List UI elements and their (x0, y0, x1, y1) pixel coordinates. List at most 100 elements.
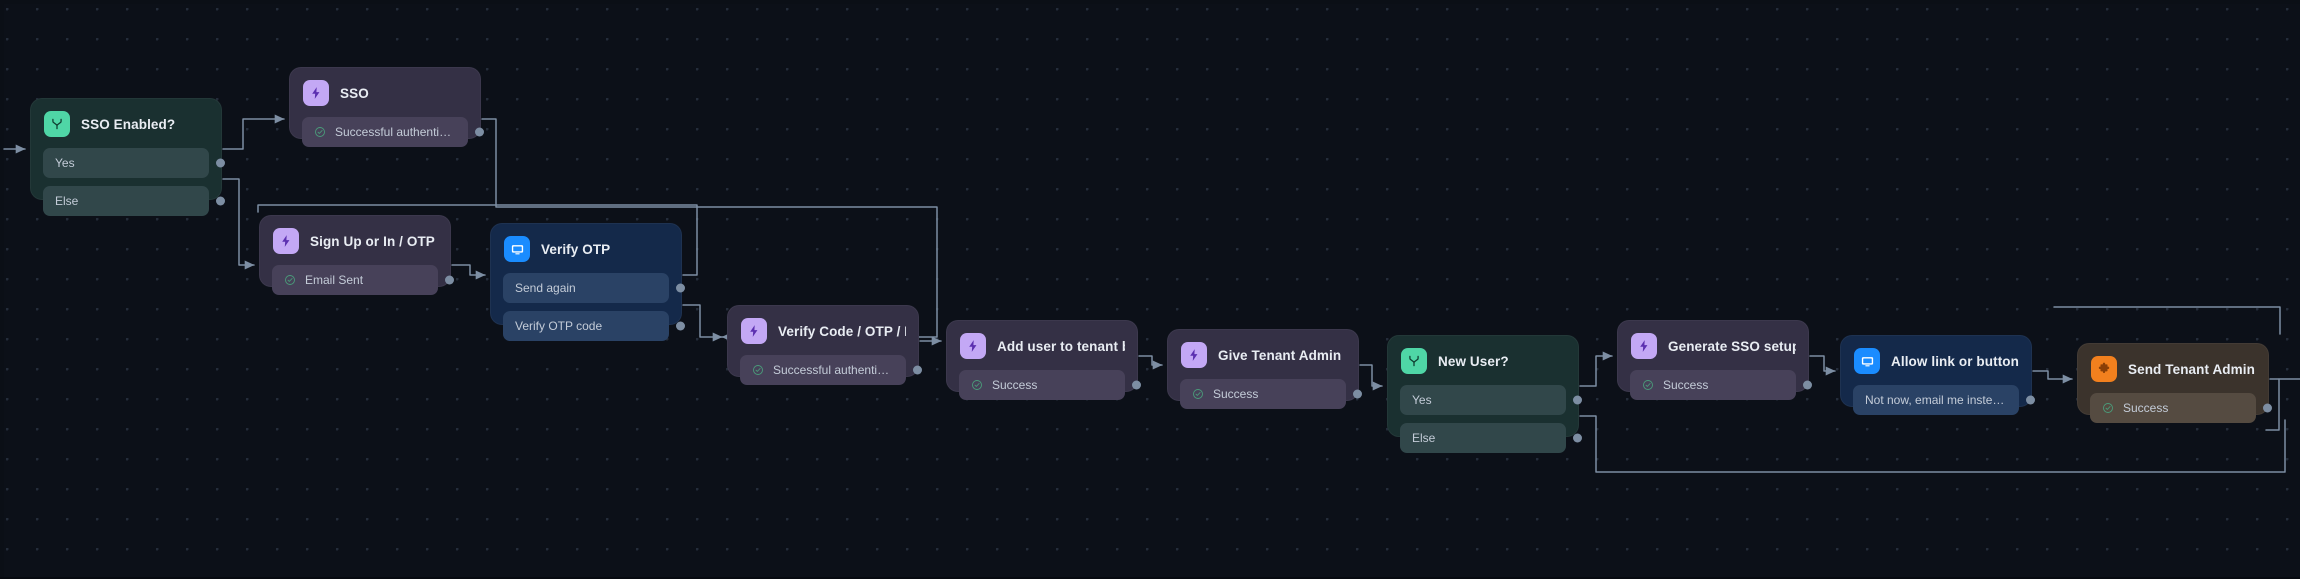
node-port-row[interactable]: Verify OTP code (503, 311, 685, 341)
edge-add-user-to-give-admin (1138, 355, 1163, 370)
node-port-label: Yes (55, 156, 75, 170)
edge-sso-enabled-else-to-signup (222, 178, 255, 270)
check-circle-icon (752, 364, 764, 376)
node-header: Verify OTP (503, 236, 669, 262)
output-port-handle[interactable] (1573, 433, 1582, 443)
screen-icon (504, 236, 530, 262)
node-port-row[interactable]: Success (959, 370, 1141, 400)
node-port-label: Else (1412, 431, 1436, 445)
branch-icon (44, 111, 70, 137)
edge-verify-otp-code-to-verify-code (682, 304, 723, 342)
node-sso[interactable]: SSO Successful authentication (289, 67, 484, 147)
node-port-row[interactable]: Successful authentication (302, 117, 484, 147)
edge-give-admin-to-new-user (1359, 364, 1383, 391)
node-title: Send Tenant Admin Link (2128, 361, 2256, 377)
node-port-row[interactable]: Not now, email me instead. (1853, 385, 2035, 415)
node-port-row[interactable]: Yes (1400, 385, 1582, 415)
output-port-handle[interactable] (676, 283, 685, 293)
node-sign-up-or-in[interactable]: Sign Up or In / OTP / Email Email Sent (259, 215, 454, 295)
bolt-icon (303, 80, 329, 106)
edge-sso-enabled-yes-to-sso (222, 114, 285, 150)
check-circle-icon (2102, 402, 2114, 414)
flow-canvas[interactable]: SSO Enabled? Yes Else SSO Successful authent… (0, 0, 2300, 579)
output-port-handle[interactable] (2263, 403, 2272, 413)
output-port-handle[interactable] (1803, 380, 1812, 390)
node-port-row[interactable]: Success (2090, 393, 2272, 423)
node-port-row[interactable]: Email Sent (272, 265, 454, 295)
node-port-label: Email Sent (305, 273, 364, 287)
edge-signup-to-verify-otp (451, 264, 486, 280)
node-title: Give Tenant Admin (1218, 347, 1342, 363)
node-port-label: Yes (1412, 393, 1432, 407)
node-allow-link-or-button[interactable]: Allow link or button for link Not now, em… (1840, 335, 2035, 415)
node-give-tenant-admin[interactable]: Give Tenant Admin Success (1167, 329, 1362, 409)
bolt-icon (960, 333, 986, 359)
node-header: Generate SSO setup suite admin... (1630, 333, 1796, 359)
node-header: SSO (302, 80, 468, 106)
output-port-handle[interactable] (913, 365, 922, 375)
node-title: SSO (340, 85, 369, 101)
bolt-icon (273, 228, 299, 254)
node-title: Verify OTP (541, 241, 611, 257)
node-port-label: Verify OTP code (515, 319, 603, 333)
node-port-label: Success (1213, 387, 1259, 401)
node-port-row[interactable]: Else (1400, 423, 1582, 453)
bolt-icon (1181, 342, 1207, 368)
output-port-handle[interactable] (1132, 380, 1141, 390)
node-header: Add user to tenant by email dom... (959, 333, 1125, 359)
edge-top-right-continuation (2053, 306, 2281, 335)
bolt-icon (741, 318, 767, 344)
node-port-label: Success (1663, 378, 1709, 392)
output-port-handle[interactable] (676, 321, 685, 331)
node-title: SSO Enabled? (81, 116, 176, 132)
node-title: Add user to tenant by email dom... (997, 338, 1125, 354)
node-port-row[interactable]: Send again (503, 273, 685, 303)
node-port-label: Successful authentication (773, 363, 894, 377)
node-port-row[interactable]: Success (1630, 370, 1812, 400)
node-verify-otp[interactable]: Verify OTP Send again Verify OTP code (490, 223, 685, 341)
node-title: Verify Code / OTP / Email (778, 323, 906, 339)
node-port-label: Send again (515, 281, 576, 295)
node-port-label: Success (992, 378, 1038, 392)
check-circle-icon (1192, 388, 1204, 400)
node-new-user[interactable]: New User? Yes Else (1387, 335, 1582, 453)
node-header: New User? (1400, 348, 1566, 374)
node-port-row[interactable]: Else (43, 186, 225, 216)
node-header: SSO Enabled? (43, 111, 209, 137)
node-port-row[interactable]: Success (1180, 379, 1362, 409)
output-port-handle[interactable] (445, 275, 454, 285)
node-verify-code[interactable]: Verify Code / OTP / Email Successful auth… (727, 305, 922, 385)
node-port-label: Not now, email me instead. (1865, 393, 2007, 407)
output-port-handle[interactable] (475, 127, 484, 137)
output-port-handle[interactable] (2026, 395, 2035, 405)
edge-new-user-else-to-right (1579, 415, 2286, 473)
node-title: Sign Up or In / OTP / Email (310, 233, 438, 249)
node-add-user-to-tenant[interactable]: Add user to tenant by email dom... Succes… (946, 320, 1141, 400)
output-port-handle[interactable] (216, 158, 225, 168)
node-generate-sso-setup[interactable]: Generate SSO setup suite admin... Success (1617, 320, 1812, 400)
check-circle-icon (971, 379, 983, 391)
canvas-top-edge (0, 0, 2300, 4)
check-circle-icon (314, 126, 326, 138)
node-port-label: Success (2123, 401, 2169, 415)
screen-icon (1854, 348, 1880, 374)
canvas-left-edge (0, 0, 4, 579)
output-port-handle[interactable] (1353, 389, 1362, 399)
node-header: Allow link or button for link (1853, 348, 2019, 374)
edge-allow-link-to-send-link (2032, 370, 2073, 384)
node-sso-enabled[interactable]: SSO Enabled? Yes Else (30, 98, 225, 216)
node-port-label: Successful authentication (335, 125, 456, 139)
node-title: Allow link or button for link (1891, 353, 2019, 369)
node-title: Generate SSO setup suite admin... (1668, 338, 1796, 354)
edge-new-user-yes-to-generate (1579, 351, 1613, 387)
bolt-icon (1631, 333, 1657, 359)
check-circle-icon (284, 274, 296, 286)
branch-icon (1401, 348, 1427, 374)
output-port-handle[interactable] (216, 196, 225, 206)
node-port-row[interactable]: Successful authentication (740, 355, 922, 385)
output-port-handle[interactable] (1573, 395, 1582, 405)
node-header: Send Tenant Admin Link (2090, 356, 2256, 382)
node-send-tenant-admin-link[interactable]: Send Tenant Admin Link Success (2077, 343, 2272, 423)
node-port-row[interactable]: Yes (43, 148, 225, 178)
node-header: Sign Up or In / OTP / Email (272, 228, 438, 254)
